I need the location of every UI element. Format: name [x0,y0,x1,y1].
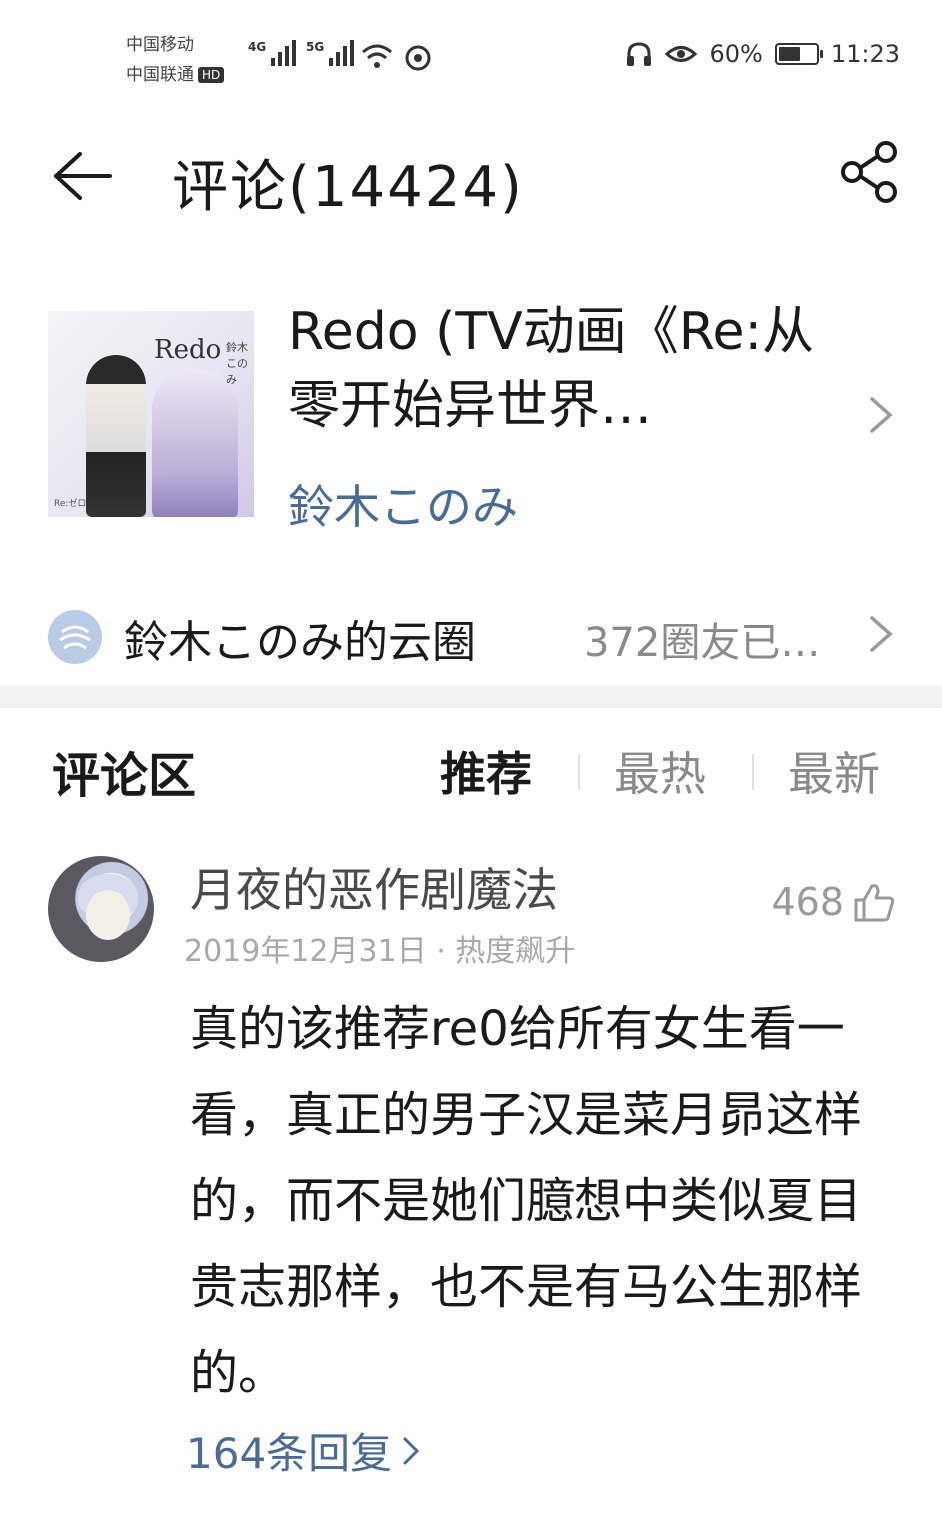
song-info-card[interactable]: Redo 鈴木このみ Re:ゼロ Redo (TV动画《Re:从零开始异世界… … [0,285,942,545]
chevron-right-icon [870,616,893,652]
wifi-icon [362,44,392,68]
net-type-2: 5G [306,40,325,54]
back-arrow-icon[interactable] [50,148,114,204]
headphones-icon [627,42,652,66]
cover-title: Redo [154,335,222,365]
comment-username[interactable]: 月夜的恶作剧魔法 [190,854,558,920]
clock: 11:23 [830,40,900,68]
chevron-right-icon [403,1437,420,1464]
battery-percent: 60% [709,40,763,68]
section-title: 评论区 [52,748,197,804]
like-button[interactable]: 468 [771,880,896,924]
carrier-2: 中国联通 [126,65,194,85]
status-bar: 中国移动 中国联通 HD 4G 5G 60% 11:23 [0,0,942,110]
like-count: 468 [771,880,844,924]
cloud-circle-icon [48,610,102,664]
comment-body: 真的该推荐re0给所有女生看一看，真正的男子汉是菜月昴这样的，而不是她们臆想中类… [190,1001,863,1401]
avatar[interactable] [48,856,154,962]
tab-newest[interactable]: 最新 [788,738,880,804]
tab-separator [752,754,754,790]
status-right: 60% 11:23 [625,40,900,68]
tab-separator [578,754,580,790]
carrier-info: 中国移动 中国联通 HD [126,30,225,90]
cover-figure-male [86,355,146,517]
song-title: Redo (TV动画《Re:从零开始异世界… [288,302,815,436]
tab-recommended[interactable]: 推荐 [440,738,532,804]
thumbs-up-icon [854,884,895,922]
eye-icon [665,46,698,62]
song-artist[interactable]: 鈴木このみ [288,471,518,537]
net-type-1: 4G [248,40,267,54]
comment-item: 月夜的恶作剧魔法 2019年12月31日 · 热度飙升 468 真的该推荐re0… [0,852,942,1492]
battery-icon [774,43,823,65]
cover-artist: 鈴木このみ [226,341,248,386]
cover-figure-female [152,369,238,517]
album-cover[interactable]: Redo 鈴木このみ Re:ゼロ [48,311,254,517]
tab-hottest[interactable]: 最热 [614,738,706,804]
music-app-icon [405,45,431,71]
signal-4g-icon: 4G [248,40,297,66]
circle-sub: 372圈友已… [584,620,821,666]
replies-label: 164条回复 [186,1429,393,1478]
share-icon[interactable] [838,140,902,204]
comment-meta: 2019年12月31日 · 热度飙升 [184,934,576,969]
header: 评论(14424) [0,118,942,238]
cover-logo: Re:ゼロ [54,499,87,509]
page-title: 评论(14424) [172,155,524,220]
circle-label: 鈴木このみ的云圈 [124,617,476,668]
replies-link[interactable]: 164条回复 [186,1420,420,1481]
hd-badge: HD [198,67,225,83]
signal-5g-icon: 5G [306,40,355,66]
carrier-1: 中国移动 [126,35,194,55]
section-divider [0,686,942,708]
circle-row[interactable]: 鈴木このみ的云圈 372圈友已… [0,596,942,676]
comment-tabs-row: 评论区 推荐 最热 最新 [0,732,942,812]
chevron-right-icon [870,397,893,433]
